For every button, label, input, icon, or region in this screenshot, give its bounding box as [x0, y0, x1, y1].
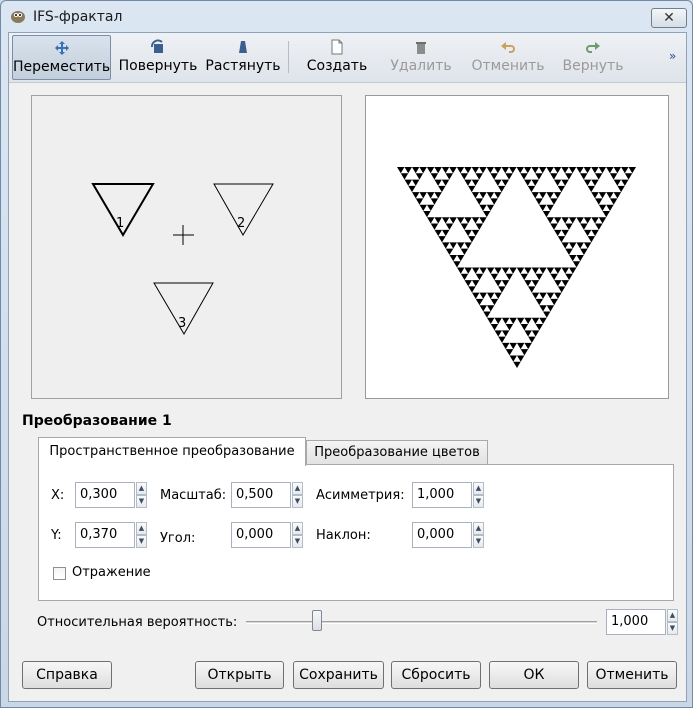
scale-decrement-icon[interactable]: ▼	[292, 495, 303, 508]
fractal-preview	[365, 95, 669, 399]
probability-decrement-icon[interactable]: ▼	[667, 622, 678, 635]
close-button[interactable]: ✕	[651, 8, 687, 28]
asymmetry-label: Асимметрия:	[316, 488, 405, 503]
angle-label: Угол:	[160, 531, 196, 546]
angle-decrement-icon[interactable]: ▼	[292, 535, 303, 548]
dialog-body: Переместить Повернуть Растянуть Создать …	[8, 32, 687, 702]
scale-input[interactable]: 0,500	[231, 482, 291, 508]
open-button[interactable]: Открыть	[195, 661, 284, 689]
toolbar-overflow-chevron-icon[interactable]: »	[669, 49, 676, 63]
reset-button[interactable]: Сбросить	[391, 661, 481, 689]
y-increment-icon[interactable]: ▲	[136, 522, 147, 535]
probability-increment-icon[interactable]: ▲	[667, 609, 678, 622]
rotate-icon	[151, 39, 163, 53]
flip-label[interactable]: Отражение	[72, 565, 151, 580]
tab-color-transform[interactable]: Преобразование цветов	[306, 440, 488, 465]
create-button[interactable]: Создать	[302, 35, 372, 80]
ifs-fractal-dialog: IFS-фрактал ✕ Переместить Повернуть Раст…	[0, 0, 693, 708]
toolbar: Переместить Повернуть Растянуть Создать …	[9, 33, 686, 83]
delete-label: Удалить	[390, 58, 452, 74]
undo-button[interactable]: Отменить	[466, 35, 550, 80]
stretch-icon	[239, 41, 247, 53]
move-label: Переместить	[13, 59, 111, 75]
redo-button[interactable]: Вернуть	[557, 35, 629, 80]
stretch-button[interactable]: Растянуть	[204, 35, 282, 80]
stretch-label: Растянуть	[205, 58, 281, 74]
undo-icon	[501, 42, 515, 53]
x-input[interactable]: 0,300	[75, 482, 135, 508]
flip-checkbox[interactable]	[53, 567, 66, 580]
trash-icon	[416, 42, 426, 54]
gimp-app-icon	[11, 11, 25, 23]
toolbar-separator	[288, 41, 289, 73]
shear-increment-icon[interactable]: ▲	[473, 522, 484, 535]
x-increment-icon[interactable]: ▲	[136, 482, 147, 495]
shear-decrement-icon[interactable]: ▼	[473, 535, 484, 548]
redo-icon	[586, 42, 600, 53]
rotate-button[interactable]: Повернуть	[115, 35, 201, 80]
delete-button[interactable]: Удалить	[383, 35, 459, 80]
close-icon: ✕	[663, 10, 675, 26]
design-triangles: 1 2 3	[91, 183, 274, 335]
probability-label: Относительная вероятность:	[37, 615, 238, 630]
probability-slider-track[interactable]	[246, 621, 597, 624]
window-title: IFS-фрактал	[33, 9, 123, 25]
y-label: Y:	[51, 528, 62, 543]
x-label: X:	[51, 488, 65, 503]
tab-spatial-transform[interactable]: Пространственное преобразование	[38, 437, 306, 466]
asymmetry-decrement-icon[interactable]: ▼	[473, 495, 484, 508]
redo-label: Вернуть	[562, 58, 624, 74]
cancel-button[interactable]: Отменить	[587, 661, 677, 689]
angle-increment-icon[interactable]: ▲	[292, 522, 303, 535]
probability-slider-handle[interactable]	[312, 610, 322, 631]
ok-button[interactable]: ОК	[489, 661, 579, 689]
design-canvas[interactable]: 1 2 3	[31, 95, 342, 399]
undo-label: Отменить	[471, 58, 545, 74]
asymmetry-input[interactable]: 1,000	[412, 482, 472, 508]
transform-title: Преобразование 1	[22, 413, 172, 429]
move-arrows-icon	[54, 41, 69, 55]
y-decrement-icon[interactable]: ▼	[136, 535, 147, 548]
save-button[interactable]: Сохранить	[293, 661, 384, 689]
triangle-2-label: 2	[237, 216, 245, 231]
scale-increment-icon[interactable]: ▲	[292, 482, 303, 495]
y-input[interactable]: 0,370	[75, 522, 135, 548]
shear-input[interactable]: 0,000	[412, 522, 472, 548]
sierpinski-fractal-image	[397, 167, 636, 368]
title-bar[interactable]: IFS-фрактал ✕	[1, 1, 692, 33]
x-decrement-icon[interactable]: ▼	[136, 495, 147, 508]
triangle-3-label: 3	[178, 316, 186, 331]
rotate-label: Повернуть	[118, 58, 198, 74]
angle-input[interactable]: 0,000	[231, 522, 291, 548]
asymmetry-increment-icon[interactable]: ▲	[473, 482, 484, 495]
create-label: Создать	[306, 58, 368, 74]
probability-input[interactable]: 1,000	[606, 609, 666, 635]
new-document-icon	[331, 39, 343, 55]
help-button[interactable]: Справка	[22, 661, 112, 689]
move-button[interactable]: Переместить	[12, 35, 111, 80]
scale-label: Масштаб:	[160, 488, 227, 503]
triangle-1-label: 1	[116, 216, 124, 231]
shear-label: Наклон:	[316, 528, 371, 543]
